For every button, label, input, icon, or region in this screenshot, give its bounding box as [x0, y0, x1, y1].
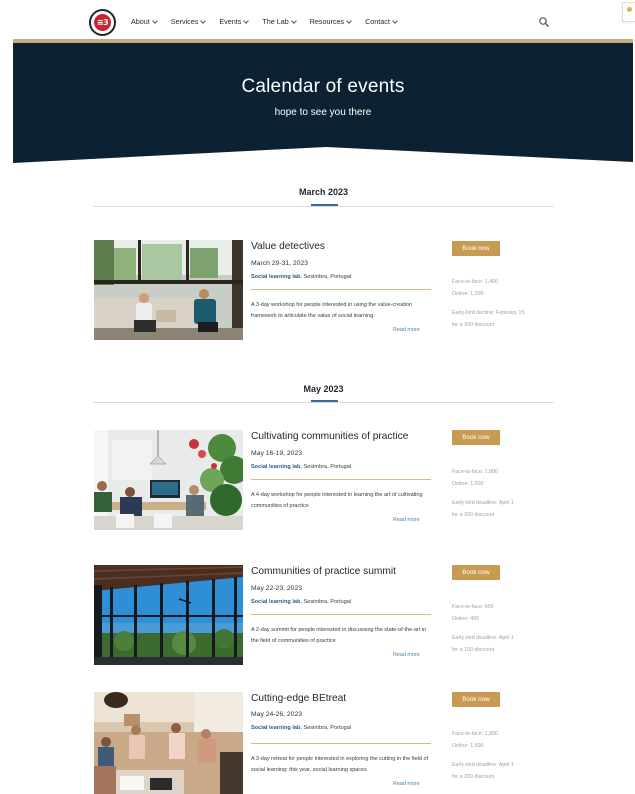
price-online: Online: 1,500: [452, 481, 484, 487]
event-description: A 3-day workshop for people interested i…: [251, 302, 413, 319]
event-divider: [251, 614, 431, 615]
early-bird-deadline: Early-bird deadline: April 1: [452, 500, 514, 506]
early-bird-discount: for a 200 discount: [452, 322, 495, 328]
month-divider: [93, 206, 554, 207]
book-now-button[interactable]: Book now: [452, 565, 500, 580]
event-title[interactable]: Communities of practice summit: [251, 566, 396, 577]
read-more-link[interactable]: Read more: [393, 781, 420, 787]
event-card: Communities of practice summit May 22-23…: [94, 565, 554, 665]
hero-banner: Calendar of events hope to see you there: [13, 43, 633, 165]
chevron-down-icon: [243, 17, 250, 24]
location-text: , Sesimbra, Portugal: [300, 464, 352, 470]
event-description: A 3-day retreat for people interested in…: [251, 756, 429, 773]
location-link[interactable]: Social learning lab: [251, 725, 300, 731]
early-bird-deadline: Early-bird deadline: April 1: [452, 635, 514, 641]
location-link[interactable]: Social learning lab: [251, 599, 300, 605]
price-face-to-face: Face-to-face: 1,800: [452, 731, 498, 737]
chevron-down-icon: [151, 17, 158, 24]
nav-item-resources[interactable]: Resources: [309, 17, 352, 26]
price-face-to-face: Face-to-face: 1,400: [452, 279, 498, 285]
event-image: [94, 692, 243, 794]
nav-item-contact[interactable]: Contact: [365, 17, 398, 26]
logo-mark: ≡3: [94, 14, 111, 31]
event-card: Value detectives March 29-31, 2023 Socia…: [94, 240, 554, 340]
read-more-link[interactable]: Read more: [393, 517, 420, 523]
nav-item-events[interactable]: Events: [219, 17, 250, 26]
price-online: Online: 1,200: [452, 291, 484, 297]
event-card: Cultivating communities of practice May …: [94, 430, 554, 530]
event-divider: [251, 479, 431, 480]
book-now-button[interactable]: Book now: [452, 430, 500, 445]
event-date: May 24-26, 2023: [251, 711, 303, 718]
event-location: Social learning lab, Sesimbra, Portugal: [251, 274, 351, 280]
event-date: March 29-31, 2023: [251, 260, 309, 267]
event-location: Social learning lab, Sesimbra, Portugal: [251, 599, 351, 605]
event-card: Cutting-edge BEtreat May 24-26, 2023 Soc…: [94, 692, 554, 794]
chevron-down-icon: [200, 17, 207, 24]
location-link[interactable]: Social learning lab: [251, 274, 300, 280]
early-bird-deadline: Early-bird deadline: April 1: [452, 762, 514, 768]
event-date: May 22-23, 2023: [251, 585, 303, 592]
nav-label: The Lab: [262, 17, 289, 26]
price-face-to-face: Face-to-face: 600: [452, 604, 494, 610]
event-divider: [251, 743, 431, 744]
nav-label: Contact: [365, 17, 390, 26]
logo-icon[interactable]: ≡3: [89, 9, 116, 36]
early-bird-deadline: Early-bird decline: February 15: [452, 310, 525, 316]
month-divider: [93, 402, 554, 403]
month-title: March 2023: [298, 187, 349, 197]
location-text: , Sesimbra, Portugal: [300, 274, 352, 280]
book-now-button[interactable]: Book now: [452, 241, 500, 256]
chevron-down-icon: [346, 17, 352, 24]
chevron-down-icon: [392, 17, 398, 24]
nav-item-about[interactable]: About: [131, 17, 158, 26]
nav-label: Resources: [309, 17, 345, 26]
page-title: Calendar of events: [241, 76, 405, 97]
notification-dot-icon: [627, 7, 632, 12]
event-image: [94, 565, 243, 665]
early-bird-discount: for a 200 discount: [452, 512, 495, 518]
main-nav: About Services Events The Lab Resources …: [131, 17, 411, 26]
notification-widget[interactable]: [622, 2, 635, 22]
event-description: A 2-day summit for people interested in …: [251, 627, 427, 644]
read-more-link[interactable]: Read more: [393, 652, 420, 658]
price-online: Online: 1,500: [452, 743, 484, 749]
read-more-link[interactable]: Read more: [393, 327, 420, 333]
event-image: [94, 430, 243, 530]
chevron-down-icon: [290, 17, 297, 24]
nav-label: Services: [170, 17, 199, 26]
price-face-to-face: Face-to-face: 1,800: [452, 469, 498, 475]
location-text: , Sesimbra, Portugal: [300, 725, 352, 731]
month-header-may: May 2023: [93, 384, 554, 403]
month-title: May 2023: [303, 384, 344, 394]
location-text: , Sesimbra, Portugal: [300, 599, 352, 605]
nav-label: Events: [219, 17, 242, 26]
event-location: Social learning lab, Sesimbra, Portugal: [251, 464, 351, 470]
event-divider: [251, 289, 431, 290]
nav-item-services[interactable]: Services: [170, 17, 207, 26]
early-bird-discount: for a 200 discount: [452, 774, 495, 780]
event-description: A 4-day workshop for people interested i…: [251, 492, 423, 509]
location-link[interactable]: Social learning lab: [251, 464, 300, 470]
event-location: Social learning lab, Sesimbra, Portugal: [251, 725, 351, 731]
page-subtitle: hope to see you there: [274, 107, 372, 118]
event-title[interactable]: Value detectives: [251, 241, 325, 252]
book-now-button[interactable]: Book now: [452, 692, 500, 707]
event-title[interactable]: Cutting-edge BEtreat: [251, 693, 346, 704]
site-header: ≡3 About Services Events The Lab Resourc…: [0, 0, 635, 40]
event-image: [94, 240, 243, 340]
price-online: Online: 400: [452, 616, 480, 622]
nav-item-the-lab[interactable]: The Lab: [262, 17, 297, 26]
search-icon[interactable]: [538, 15, 550, 27]
month-header-march: March 2023: [93, 187, 554, 207]
event-date: May 16-19, 2023: [251, 450, 303, 457]
nav-label: About: [131, 17, 150, 26]
early-bird-discount: for a 100 discount: [452, 647, 495, 653]
event-title[interactable]: Cultivating communities of practice: [251, 431, 408, 442]
